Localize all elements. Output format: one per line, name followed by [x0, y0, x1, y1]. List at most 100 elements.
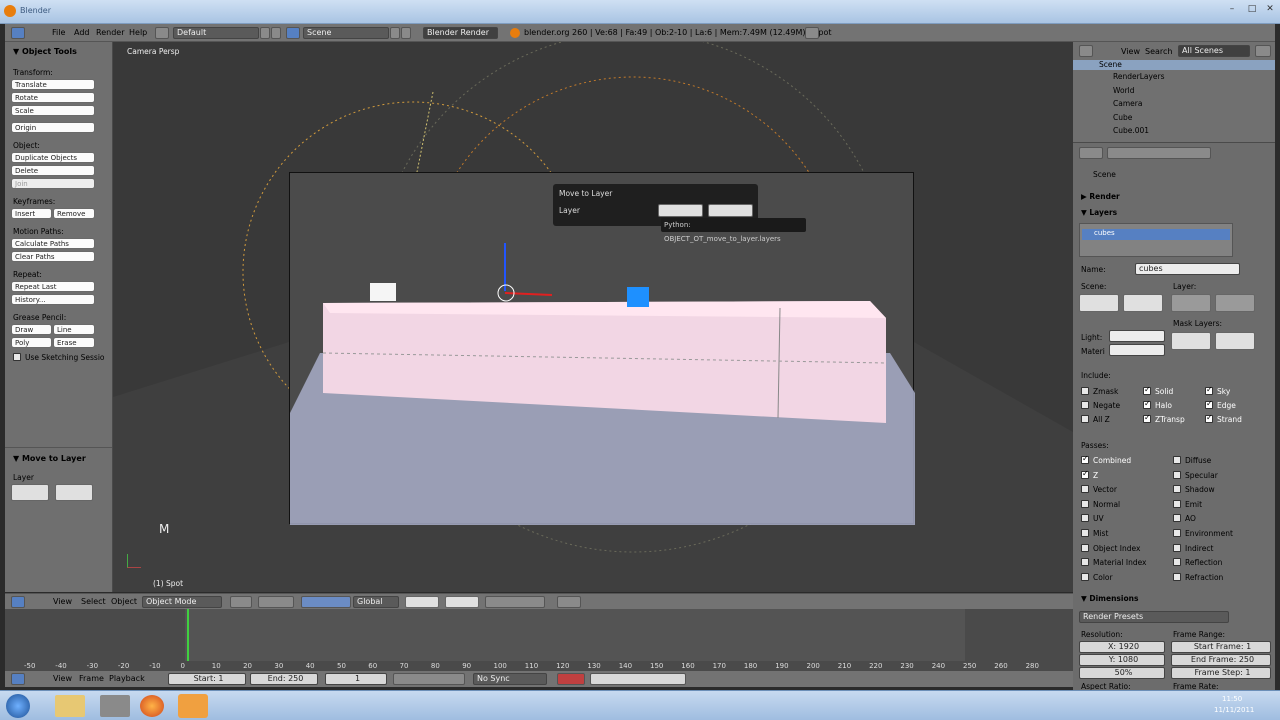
pivot-icon[interactable] — [258, 596, 294, 608]
layer-grid-d[interactable] — [1215, 294, 1255, 312]
sync-select[interactable]: No Sync — [473, 673, 547, 685]
remove-keyframe-button[interactable]: Remove — [53, 208, 95, 219]
current-frame-indicator[interactable] — [187, 609, 189, 661]
poly-button[interactable]: Poly — [11, 337, 52, 348]
layer-item-cubes[interactable]: cubes — [1082, 229, 1230, 240]
pass-checkbox[interactable] — [1173, 529, 1181, 537]
pass-checkbox[interactable] — [1173, 470, 1181, 479]
pass-checkbox[interactable] — [1081, 543, 1089, 552]
outliner-search-icon[interactable] — [1255, 45, 1271, 57]
start-button-icon[interactable] — [6, 694, 30, 718]
scale-button[interactable]: Scale — [11, 105, 95, 116]
remove-layout-icon[interactable] — [271, 27, 281, 39]
screen-layout-icon[interactable] — [155, 27, 169, 39]
maximize-icon[interactable]: □ — [1243, 2, 1261, 16]
move-to-layer-op-header[interactable]: ▼ Move to Layer — [13, 454, 86, 463]
app-icon[interactable] — [100, 695, 130, 717]
join-button[interactable]: Join — [11, 178, 95, 189]
sketching-session-checkbox[interactable] — [13, 353, 21, 361]
rotate-button[interactable]: Rotate — [11, 92, 95, 103]
remove-scene-icon[interactable] — [401, 27, 411, 39]
3d-viewport[interactable]: Camera Persp Move to Layer Layer Python:… — [113, 42, 1073, 592]
include-checkbox[interactable] — [1205, 413, 1213, 423]
start-frame-field[interactable]: Start: 1 — [168, 673, 246, 685]
duplicate-objects-button[interactable]: Duplicate Objects — [11, 152, 95, 163]
include-checkbox[interactable] — [1205, 399, 1213, 409]
current-frame-field[interactable]: 1 — [325, 673, 387, 685]
object-tools-header[interactable]: ▼ Object Tools — [13, 47, 77, 56]
resolution-percent-field[interactable]: 50% — [1079, 667, 1165, 679]
include-checkbox[interactable] — [1143, 413, 1151, 423]
include-checkbox[interactable] — [1205, 385, 1213, 395]
include-checkbox[interactable] — [1143, 385, 1151, 395]
history-button[interactable]: History... — [11, 294, 95, 305]
timeline-editor-icon[interactable] — [11, 673, 25, 685]
scene-layer-grid-a[interactable] — [1079, 294, 1119, 312]
keying-set-field[interactable] — [590, 673, 686, 685]
object-menu[interactable]: Object — [111, 597, 137, 606]
properties-editor-icon[interactable] — [1079, 147, 1103, 159]
repeat-last-button[interactable]: Repeat Last — [11, 281, 95, 292]
playback-menu[interactable]: Playback — [109, 674, 145, 683]
include-checkbox[interactable] — [1143, 399, 1151, 409]
orientation-select[interactable]: Global — [353, 596, 399, 608]
pass-checkbox[interactable] — [1173, 456, 1181, 464]
frame-step-field[interactable]: Frame Step: 1 — [1171, 667, 1271, 679]
layer-grid-b[interactable] — [55, 484, 93, 501]
origin-button[interactable]: Origin — [11, 122, 95, 133]
context-tabs[interactable] — [1107, 147, 1211, 159]
pass-checkbox[interactable] — [1081, 572, 1089, 581]
scene-field[interactable]: Scene — [303, 27, 389, 39]
outliner-view-menu[interactable]: View — [1121, 47, 1140, 56]
outliner-row-camera[interactable]: Camera — [1113, 99, 1142, 108]
erase-button[interactable]: Erase — [53, 337, 95, 348]
start-frame-prop-field[interactable]: Start Frame: 1 — [1171, 641, 1271, 653]
outliner-row-cube001[interactable]: Cube.001 — [1113, 126, 1149, 135]
pass-checkbox[interactable] — [1173, 499, 1181, 508]
close-icon[interactable]: ✕ — [1261, 2, 1279, 16]
menu-render[interactable]: Render — [96, 28, 124, 37]
pass-checkbox[interactable] — [1173, 485, 1181, 494]
popup-layer-grid-b[interactable] — [708, 204, 753, 217]
outliner-filter-select[interactable]: All Scenes — [1178, 45, 1250, 57]
pass-checkbox[interactable] — [1173, 514, 1181, 523]
render-preview-icon[interactable] — [557, 596, 581, 608]
select-menu[interactable]: Select — [81, 597, 106, 606]
fullscreen-icon[interactable] — [805, 27, 819, 39]
outliner-search-menu[interactable]: Search — [1145, 47, 1172, 56]
minimize-icon[interactable]: – — [1223, 2, 1241, 16]
timeline-view-menu[interactable]: View — [53, 674, 72, 683]
insert-keyframe-button[interactable]: Insert — [11, 208, 52, 219]
explorer-icon[interactable] — [55, 695, 85, 717]
layout-field[interactable]: Default — [173, 27, 259, 39]
scene-icon[interactable] — [286, 27, 300, 39]
pass-checkbox[interactable] — [1081, 514, 1089, 523]
viewport-layer-grid-b[interactable] — [445, 596, 479, 608]
line-button[interactable]: Line — [53, 324, 95, 335]
end-frame-prop-field[interactable]: End Frame: 250 — [1171, 654, 1271, 666]
pass-checkbox[interactable] — [1081, 558, 1089, 567]
editor-type-icon[interactable] — [11, 27, 25, 39]
render-presets-select[interactable]: Render Presets — [1079, 611, 1229, 623]
layers-panel-header[interactable]: ▼ Layers — [1081, 208, 1117, 217]
outliner-row-renderlayers[interactable]: RenderLayers — [1113, 72, 1165, 81]
mask-layer-grid-b[interactable] — [1215, 332, 1255, 350]
end-frame-field[interactable]: End: 250 — [250, 673, 318, 685]
frame-menu[interactable]: Frame — [79, 674, 104, 683]
pass-checkbox[interactable] — [1081, 485, 1089, 494]
firefox-icon[interactable] — [140, 695, 164, 717]
outliner-row-scene[interactable]: Scene — [1073, 60, 1275, 70]
add-layout-icon[interactable] — [260, 27, 270, 39]
draw-button[interactable]: Draw — [11, 324, 52, 335]
render-panel-header[interactable]: ▶ Render — [1081, 192, 1120, 201]
translate-button[interactable]: Translate — [11, 79, 95, 90]
outliner-editor-icon[interactable] — [1079, 45, 1093, 57]
pass-checkbox[interactable] — [1081, 499, 1089, 508]
add-scene-icon[interactable] — [390, 27, 400, 39]
material-field[interactable] — [1109, 344, 1165, 356]
outliner-row-cube[interactable]: Cube — [1113, 113, 1132, 122]
view-menu[interactable]: View — [53, 597, 72, 606]
viewport-layer-grid-a[interactable] — [405, 596, 439, 608]
popup-layer-grid-a[interactable] — [658, 204, 703, 217]
menu-help[interactable]: Help — [129, 28, 147, 37]
